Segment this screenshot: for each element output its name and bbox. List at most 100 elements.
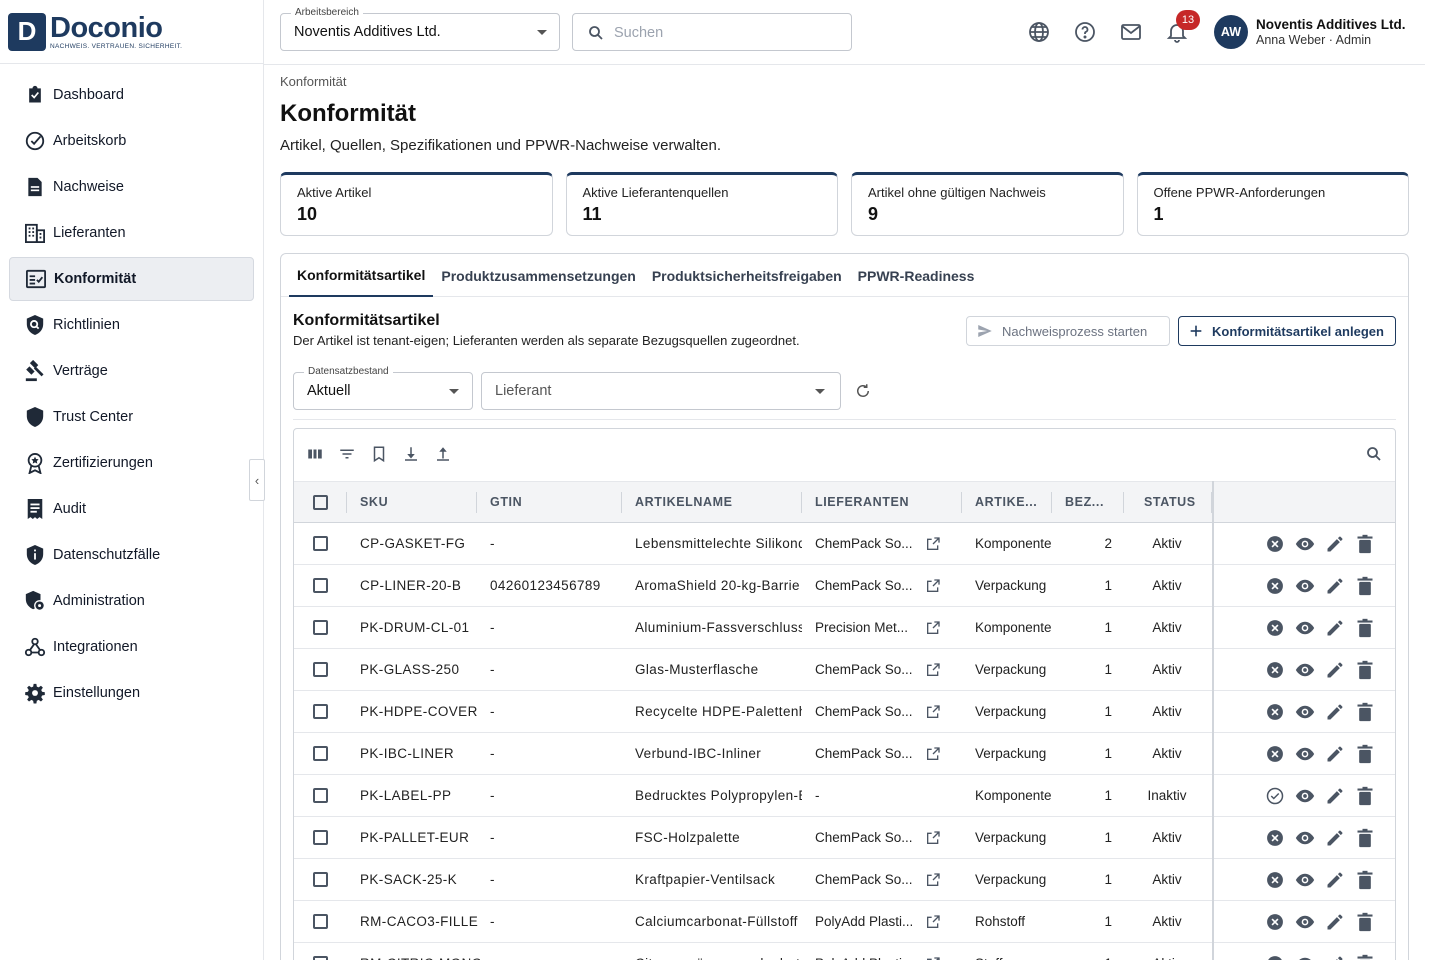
column-header-bez[interactable]: BEZ... xyxy=(1065,482,1135,523)
row-checkbox[interactable] xyxy=(313,830,328,845)
sidebar-item-arbeitskorb[interactable]: Arbeitskorb xyxy=(9,119,254,163)
open-external-icon[interactable] xyxy=(925,662,941,678)
eye-icon[interactable] xyxy=(1294,786,1316,806)
column-header-artike[interactable]: ARTIKE... xyxy=(975,482,1055,523)
open-external-icon[interactable] xyxy=(925,536,941,552)
eye-icon[interactable] xyxy=(1294,912,1316,932)
row-checkbox[interactable] xyxy=(313,746,328,761)
sidebar-item-nachweise[interactable]: Nachweise xyxy=(9,165,254,209)
refresh-icon[interactable] xyxy=(854,382,872,400)
tab-konformitatsartikel[interactable]: Konformitätsartikel xyxy=(289,254,434,297)
bookmark-icon[interactable] xyxy=(370,445,388,463)
row-checkbox[interactable] xyxy=(313,788,328,803)
eye-icon[interactable] xyxy=(1294,576,1316,596)
edit-icon[interactable] xyxy=(1325,828,1345,848)
row-checkbox[interactable] xyxy=(313,872,328,887)
sidebar-item-einstellungen[interactable]: Einstellungen xyxy=(9,671,254,715)
open-external-icon[interactable] xyxy=(925,956,941,960)
select-all-checkbox[interactable] xyxy=(313,495,328,510)
sidebar-item-lieferanten[interactable]: Lieferanten xyxy=(9,211,254,255)
edit-icon[interactable] xyxy=(1325,702,1345,722)
download-icon[interactable] xyxy=(402,445,420,463)
edit-icon[interactable] xyxy=(1325,618,1345,638)
open-external-icon[interactable] xyxy=(925,830,941,846)
row-checkbox[interactable] xyxy=(313,578,328,593)
dataset-select[interactable]: Datensatzbestand Aktuell xyxy=(293,366,473,410)
sidebar-item-richtlinien[interactable]: Richtlinien xyxy=(9,303,254,347)
table-row[interactable]: PK-LABEL-PP - Bedrucktes Polypropylen-E - Ko… xyxy=(294,775,1395,817)
sidebar-item-integrationen[interactable]: Integrationen xyxy=(9,625,254,669)
deactivate-icon[interactable] xyxy=(1265,576,1285,596)
table-row[interactable]: RM-CITRIC-MONO-Citronensäuremonohydrat Po… xyxy=(294,943,1395,960)
sidebar-item-audit[interactable]: Audit xyxy=(9,487,254,531)
search-icon[interactable] xyxy=(1365,445,1383,463)
column-header-status[interactable]: STATUS xyxy=(1144,482,1214,523)
eye-icon[interactable] xyxy=(1294,618,1316,638)
eye-icon[interactable] xyxy=(1294,660,1316,680)
eye-icon[interactable] xyxy=(1294,534,1316,554)
eye-icon[interactable] xyxy=(1294,744,1316,764)
trash-icon[interactable] xyxy=(1356,954,1374,960)
table-row[interactable]: CP-GASKET-FG - Lebensmittelechte Silikondi… xyxy=(294,523,1395,565)
sidebar-item-vertrage[interactable]: Verträge xyxy=(9,349,254,393)
trash-icon[interactable] xyxy=(1356,870,1374,890)
trash-icon[interactable] xyxy=(1356,702,1374,722)
edit-icon[interactable] xyxy=(1325,660,1345,680)
open-external-icon[interactable] xyxy=(925,620,941,636)
sidebar-item-zertifizierungen[interactable]: Zertifizierungen xyxy=(9,441,254,485)
sidebar-item-datenschutzfalle[interactable]: Datenschutzfälle xyxy=(9,533,254,577)
sidebar-item-konformitat[interactable]: Konformität xyxy=(9,257,254,301)
sidebar-collapse-button[interactable]: ‹ xyxy=(249,459,265,501)
start-proof-process-button[interactable]: Nachweisprozess starten xyxy=(966,316,1170,346)
sidebar-item-trust-center[interactable]: Trust Center xyxy=(9,395,254,439)
sidebar-item-administration[interactable]: Administration xyxy=(9,579,254,623)
edit-icon[interactable] xyxy=(1325,786,1345,806)
help-icon[interactable] xyxy=(1073,20,1097,44)
row-checkbox[interactable] xyxy=(313,662,328,677)
eye-icon[interactable] xyxy=(1294,828,1316,848)
table-row[interactable]: CP-LINER-20-B 04260123456789 AromaShield 2… xyxy=(294,565,1395,607)
column-header-gtin[interactable]: GTIN xyxy=(490,482,620,523)
eye-icon[interactable] xyxy=(1294,870,1316,890)
column-separator[interactable] xyxy=(621,492,622,513)
row-checkbox[interactable] xyxy=(313,704,328,719)
trash-icon[interactable] xyxy=(1356,786,1374,806)
deactivate-icon[interactable] xyxy=(1265,954,1285,960)
eye-icon[interactable] xyxy=(1294,702,1316,722)
tab-produktsicherheitsfreigaben[interactable]: Produktsicherheitsfreigaben xyxy=(644,254,850,297)
edit-icon[interactable] xyxy=(1325,744,1345,764)
edit-icon[interactable] xyxy=(1325,576,1345,596)
supplier-select[interactable]: Lieferant xyxy=(481,372,841,410)
open-external-icon[interactable] xyxy=(925,704,941,720)
deactivate-icon[interactable] xyxy=(1265,534,1285,554)
row-checkbox[interactable] xyxy=(313,620,328,635)
tab-ppwr-readiness[interactable]: PPWR-Readiness xyxy=(850,254,983,297)
workspace-select[interactable]: Arbeitsbereich Noventis Additives Ltd. xyxy=(280,7,560,51)
edit-icon[interactable] xyxy=(1325,954,1345,960)
open-external-icon[interactable] xyxy=(925,914,941,930)
brand-logo[interactable]: D Doconio NACHWEIS. VERTRAUEN. SICHERHEI… xyxy=(0,0,263,64)
column-header-sku[interactable]: SKU xyxy=(360,482,480,523)
trash-icon[interactable] xyxy=(1356,660,1374,680)
column-header-lieferanten[interactable]: LIEFERANTEN xyxy=(815,482,965,523)
activate-icon[interactable] xyxy=(1265,786,1285,806)
open-external-icon[interactable] xyxy=(925,746,941,762)
table-row[interactable]: RM-CACO3-FILLE - Calciumcarbonat-Füllstoff… xyxy=(294,901,1395,943)
deactivate-icon[interactable] xyxy=(1265,618,1285,638)
create-article-button[interactable]: Konformitätsartikel anlegen xyxy=(1178,316,1396,346)
trash-icon[interactable] xyxy=(1356,828,1374,848)
sidebar-item-dashboard[interactable]: Dashboard xyxy=(9,73,254,117)
globe-icon[interactable] xyxy=(1027,20,1051,44)
table-row[interactable]: PK-DRUM-CL-01 - Aluminium-Fassverschluss Pr… xyxy=(294,607,1395,649)
eye-icon[interactable] xyxy=(1294,954,1316,960)
filter-icon[interactable] xyxy=(338,445,356,463)
row-checkbox[interactable] xyxy=(313,956,328,960)
edit-icon[interactable] xyxy=(1325,534,1345,554)
deactivate-icon[interactable] xyxy=(1265,744,1285,764)
avatar[interactable]: AW xyxy=(1214,15,1248,49)
trash-icon[interactable] xyxy=(1356,534,1374,554)
column-separator[interactable] xyxy=(346,492,347,513)
table-row[interactable]: PK-IBC-LINER - Verbund-IBC-Inliner ChemPack… xyxy=(294,733,1395,775)
trash-icon[interactable] xyxy=(1356,912,1374,932)
trash-icon[interactable] xyxy=(1356,744,1374,764)
